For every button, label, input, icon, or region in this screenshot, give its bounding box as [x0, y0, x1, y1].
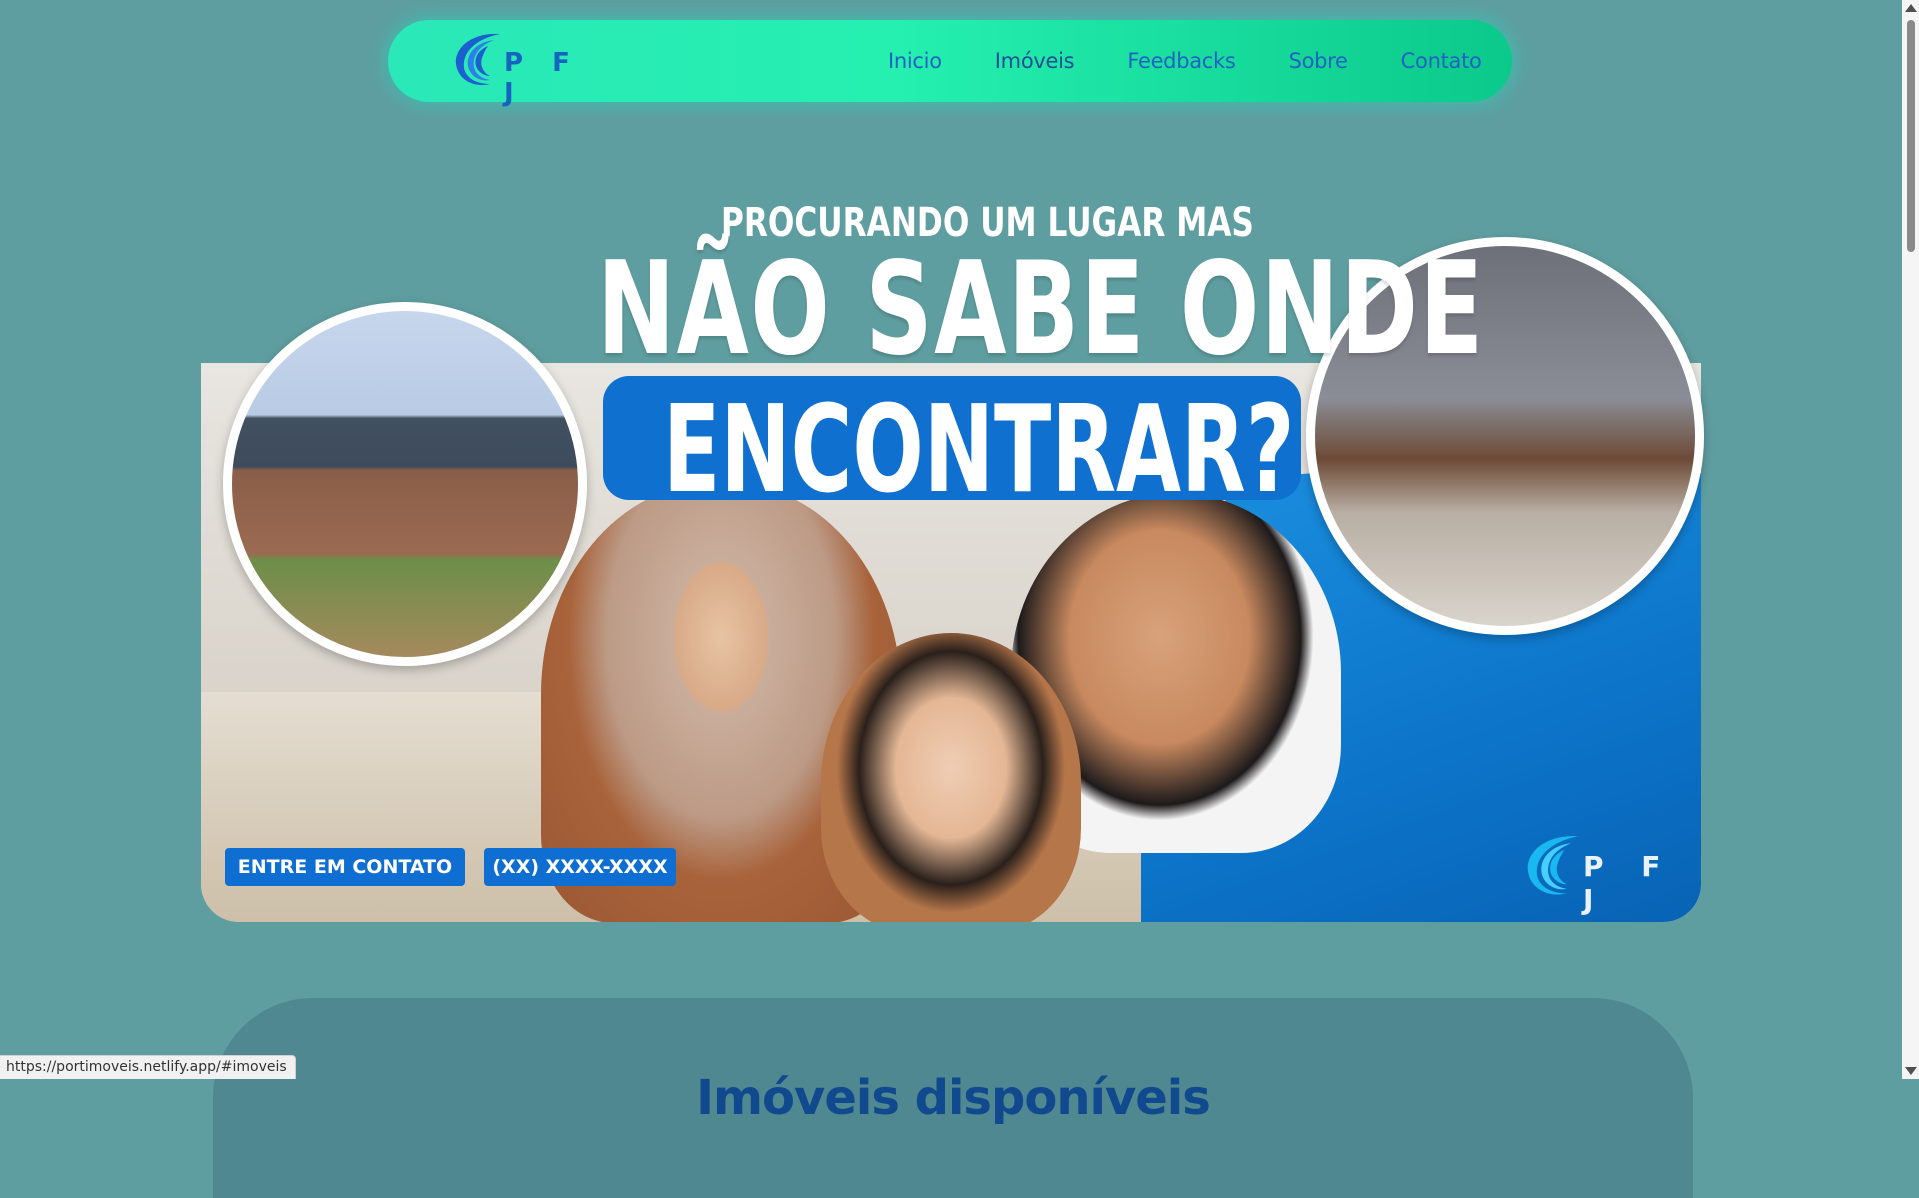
- phone-badge: (XX) XXXX-XXXX: [484, 848, 676, 886]
- logo-swoosh-icon: [455, 33, 500, 86]
- hero-banner: PROCURANDO UM LUGAR MAS NÃO SABE ONDE EN…: [201, 180, 1704, 922]
- nav-link-feedbacks[interactable]: Feedbacks: [1127, 49, 1236, 73]
- logo-swoosh-icon: [1527, 836, 1579, 895]
- house-photo-circle: [223, 302, 587, 666]
- nav-links: Inicio Imóveis Feedbacks Sobre Contato: [888, 20, 1535, 102]
- status-bar-url: https://portimoveis.netlify.app/#imoveis: [0, 1055, 296, 1079]
- nav-link-contato[interactable]: Contato: [1401, 49, 1482, 73]
- contact-badge: ENTRE EM CONTATO: [225, 848, 465, 886]
- section-title: Imóveis disponíveis: [696, 1069, 1211, 1126]
- scroll-down-arrow-icon[interactable]: [1905, 1067, 1917, 1075]
- hero-brand-logo: P F J: [1521, 828, 1696, 916]
- nav-link-inicio[interactable]: Inicio: [888, 49, 942, 73]
- brand-logo[interactable]: P F J: [450, 28, 580, 108]
- vertical-scrollbar[interactable]: [1902, 0, 1919, 1079]
- scroll-thumb[interactable]: [1907, 20, 1915, 252]
- child-image: [821, 633, 1081, 922]
- nav-link-imoveis[interactable]: Imóveis: [995, 49, 1075, 73]
- scroll-up-arrow-icon[interactable]: [1905, 4, 1917, 12]
- hero-logo-text: P F J: [1583, 850, 1675, 916]
- top-navbar: P F J Inicio Imóveis Feedbacks Sobre Con…: [388, 20, 1512, 108]
- headline-highlight: ENCONTRAR?: [663, 381, 1295, 520]
- logo-text: P F J: [504, 48, 580, 108]
- available-properties-section: Imóveis disponíveis: [213, 998, 1693, 1198]
- nav-link-sobre[interactable]: Sobre: [1289, 49, 1348, 73]
- headline-big: NÃO SABE ONDE: [597, 235, 1485, 384]
